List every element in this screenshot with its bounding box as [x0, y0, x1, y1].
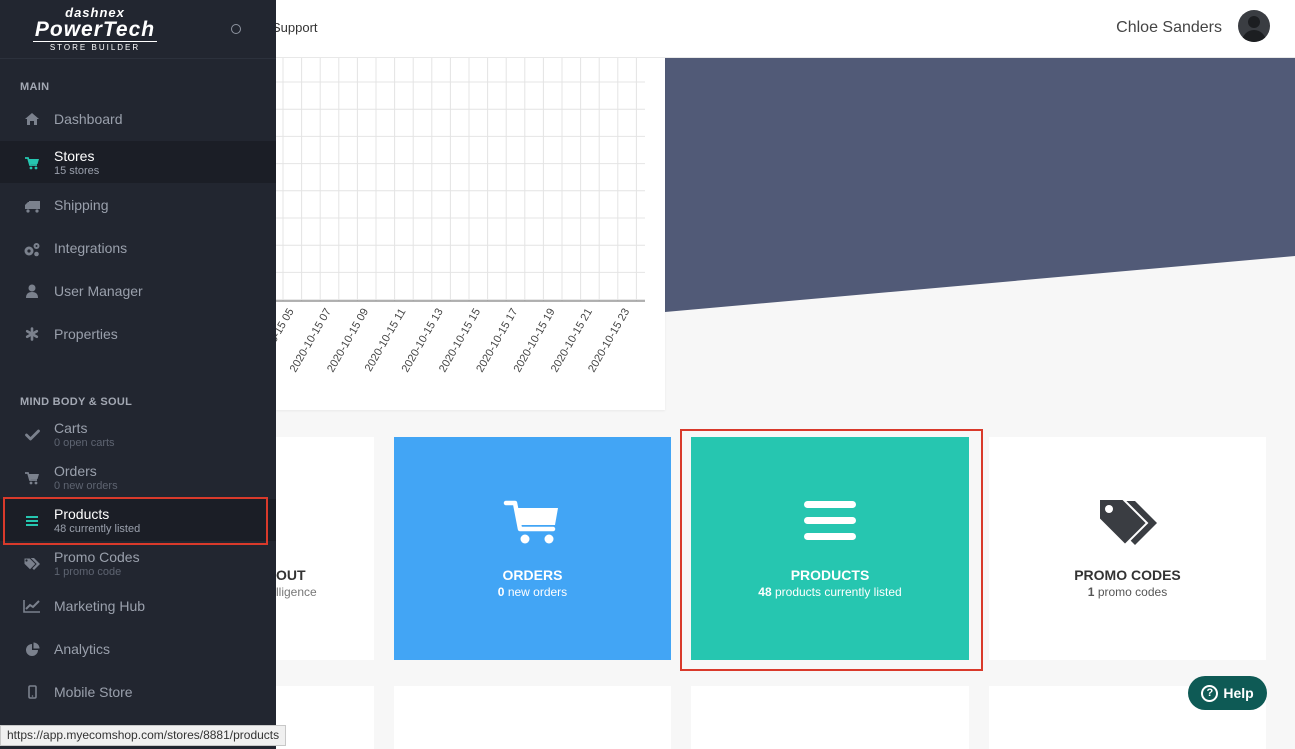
- sidebar-item-sublabel: 0 new orders: [54, 480, 118, 492]
- support-link[interactable]: Support: [272, 20, 318, 35]
- sidebar-item-sublabel: 15 stores: [54, 165, 100, 177]
- cart-icon: [23, 470, 41, 486]
- sales-chart-card: 2020-10-15 05 2020-10-15 07 2020-10-15 09 2…: [276, 58, 665, 410]
- tile-orders-desc-text: new orders: [504, 585, 568, 599]
- x-tick-label: 2020-10-15 23: [586, 307, 632, 375]
- tile-row2-2: [394, 686, 671, 749]
- asterisk-icon: [23, 326, 41, 342]
- sidebar-item-label: Shipping: [54, 197, 109, 213]
- cart-icon: [394, 497, 671, 553]
- tile-checkout-title: OUT: [276, 567, 306, 583]
- divider: [0, 58, 276, 59]
- sidebar-item-dashboard[interactable]: Dashboard: [0, 98, 276, 140]
- cogs-icon: [23, 241, 41, 257]
- avatar[interactable]: [1238, 10, 1270, 42]
- sidebar-item-carts[interactable]: Carts 0 open carts: [0, 413, 276, 455]
- sidebar-item-label: Integrations: [54, 240, 128, 256]
- highlight-box-products-tile: [680, 429, 983, 671]
- sidebar-item-marketing-hub[interactable]: Marketing Hub: [0, 585, 276, 627]
- question-icon: ?: [1201, 684, 1219, 702]
- sidebar-item-label: User Manager: [54, 283, 143, 299]
- tags-icon: [23, 556, 41, 572]
- sidebar-item-properties[interactable]: Properties: [0, 313, 276, 355]
- sidebar-item-analytics[interactable]: Analytics: [0, 628, 276, 670]
- sidebar-item-integrations[interactable]: Integrations: [0, 227, 276, 269]
- line-chart-icon: [23, 598, 41, 614]
- tile-row2-3: [691, 686, 969, 749]
- user-icon: [23, 283, 41, 299]
- sidebar-item-label: Promo Codes: [54, 549, 140, 565]
- sidebar-item-label: Marketing Hub: [54, 598, 146, 614]
- logo-sub-text: STORE BUILDER: [33, 41, 157, 53]
- truck-icon: [23, 198, 41, 214]
- check-icon: [23, 427, 41, 443]
- logo[interactable]: dashnex PowerTech STORE BUILDER: [25, 6, 165, 52]
- sidebar-item-sublabel: 1 promo code: [54, 566, 122, 578]
- cart-icon: [23, 155, 41, 171]
- section-heading-main: MAIN: [20, 81, 50, 93]
- help-label: Help: [1223, 685, 1254, 701]
- sidebar-item-label: Dashboard: [54, 111, 123, 127]
- logo-main-text: PowerTech: [34, 18, 156, 41]
- tile-orders[interactable]: ORDERS 0 new orders: [394, 437, 671, 660]
- sidebar-item-label: Mobile Store: [54, 684, 133, 700]
- sidebar-item-stores[interactable]: Stores 15 stores: [0, 141, 276, 183]
- sidebar-item-sublabel: 0 open carts: [54, 437, 115, 449]
- sidebar-item-label: Properties: [54, 326, 118, 342]
- tile-checkout[interactable]: OUT lligence: [276, 437, 374, 660]
- tile-orders-title: ORDERS: [502, 567, 563, 583]
- user-name[interactable]: Chloe Sanders: [1116, 19, 1222, 37]
- tile-promos-desc: 1 promo codes: [989, 585, 1266, 599]
- sidebar-toggle-icon[interactable]: [231, 24, 241, 34]
- tile-promos-desc-text: promo codes: [1094, 585, 1168, 599]
- pie-chart-icon: [23, 641, 41, 657]
- tile-orders-desc: 0 new orders: [394, 585, 671, 599]
- sidebar-item-user-manager[interactable]: User Manager: [0, 270, 276, 312]
- home-icon: [23, 111, 41, 127]
- sidebar: dashnex PowerTech STORE BUILDER MAIN Das…: [0, 0, 276, 749]
- sidebar-item-orders[interactable]: Orders 0 new orders: [0, 456, 276, 498]
- sidebar-item-label: Carts: [54, 420, 88, 436]
- top-bar: Support Chloe Sanders: [272, 0, 1295, 58]
- tile-checkout-desc: lligence: [276, 585, 317, 599]
- sidebar-item-label: Analytics: [54, 641, 111, 657]
- section-heading-store: MIND BODY & SOUL: [20, 396, 133, 408]
- sales-chart: 2020-10-15 052020-10-15 072020-10-15 092…: [276, 58, 645, 375]
- highlight-box-products-nav: [3, 497, 268, 545]
- help-button[interactable]: ? Help: [1188, 676, 1267, 710]
- mobile-icon: [23, 684, 41, 700]
- tile-promo-codes[interactable]: PROMO CODES 1 promo codes: [989, 437, 1266, 660]
- chart-grid: [276, 58, 645, 301]
- tile-promos-title: PROMO CODES: [1074, 567, 1181, 583]
- tags-icon: [989, 497, 1266, 553]
- sidebar-item-promo-codes[interactable]: Promo Codes 1 promo code: [0, 542, 276, 584]
- sidebar-item-mobile-store[interactable]: Mobile Store: [0, 671, 276, 713]
- sidebar-item-label: Orders: [54, 463, 97, 479]
- sidebar-item-label: Stores: [54, 148, 95, 164]
- tile-row2-1: [276, 686, 374, 749]
- sidebar-item-shipping[interactable]: Shipping: [0, 184, 276, 226]
- link-preview-statusbar: https://app.myecomshop.com/stores/8881/p…: [0, 725, 287, 746]
